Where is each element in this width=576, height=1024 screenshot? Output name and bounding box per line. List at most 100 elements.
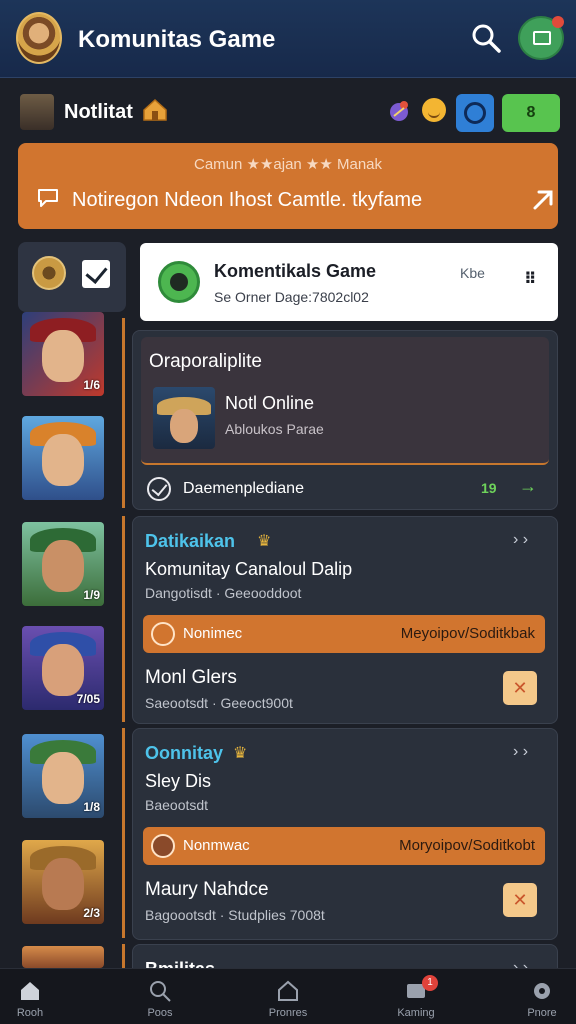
nav-home[interactable]: Rooh bbox=[0, 969, 66, 1024]
face-shape bbox=[42, 434, 84, 486]
player-thumbnail[interactable]: 1/9 bbox=[22, 522, 104, 606]
app-logo bbox=[16, 12, 62, 64]
app-title: Komunitas Game bbox=[78, 26, 276, 53]
post-meta: Baeootsdt bbox=[145, 797, 209, 813]
house-icon[interactable] bbox=[142, 98, 168, 122]
player-thumbnail[interactable]: 2/3 bbox=[22, 840, 104, 924]
player-thumbnail[interactable] bbox=[22, 946, 104, 968]
community-title: Komentikals Game bbox=[214, 261, 377, 281]
player-level: 7/05 bbox=[76, 692, 100, 706]
group-location: Abloukos Parae bbox=[225, 421, 324, 437]
timeline-rail bbox=[122, 318, 125, 508]
post-card[interactable]: Oonnitay ♛ › › Sley Dis Baeootsdt Nonmwa… bbox=[132, 728, 558, 940]
banner-subtitle: Camun ★★ajan ★★ Manak bbox=[193, 156, 383, 173]
nav-gaming[interactable]: 1 Kaming bbox=[380, 969, 452, 1024]
post-action-detail: Meyoipov/Soditkbak bbox=[400, 625, 535, 642]
face-shape bbox=[42, 540, 84, 592]
player-level: 1/6 bbox=[83, 378, 100, 392]
post-meta: Dangotisdt · Geeooddoot bbox=[145, 585, 302, 601]
post-action-detail: Moryoipov/Soditkobt bbox=[399, 837, 535, 854]
community-subtitle: Se Orner Dage:7802cl02 bbox=[214, 289, 369, 305]
check-circle-icon bbox=[151, 622, 175, 646]
nav-label: Kaming bbox=[397, 1007, 435, 1019]
post-subheadline: Monl Glers bbox=[145, 667, 237, 688]
group-panel: Oraporaliplite Notl Online Abloukos Para… bbox=[141, 337, 549, 465]
face-shape bbox=[42, 858, 84, 910]
face-shape bbox=[42, 752, 84, 804]
search-icon bbox=[150, 981, 171, 1002]
nav-settings[interactable]: Pnore bbox=[506, 969, 576, 1024]
post-action-label: Nonimec bbox=[183, 625, 243, 642]
trophy-icon: ♛ bbox=[257, 533, 272, 550]
home-icon bbox=[21, 982, 39, 1000]
post-title: Oonnitay bbox=[145, 743, 224, 763]
post-headline: Sley Dis bbox=[145, 771, 212, 791]
player-thumbnail[interactable]: 7/05 bbox=[22, 626, 104, 710]
group-title: Oraporaliplite bbox=[149, 351, 262, 372]
notification-badge: 1 bbox=[422, 975, 438, 991]
timeline-rail bbox=[122, 516, 125, 722]
player-thumbnail[interactable]: 1/8 bbox=[22, 734, 104, 818]
nav-profile[interactable]: Pronres bbox=[252, 969, 324, 1024]
side-tabs bbox=[18, 242, 126, 312]
group-footer[interactable]: Daemenplediane 19 → bbox=[133, 471, 559, 507]
more-icon[interactable]: ⠿ bbox=[524, 269, 537, 289]
close-icon[interactable]: ✕ bbox=[503, 883, 537, 917]
checkbox-icon[interactable] bbox=[82, 260, 110, 288]
player-level: 1/9 bbox=[83, 588, 100, 602]
points-button[interactable]: 8 bbox=[502, 94, 560, 132]
circle-icon bbox=[464, 102, 486, 124]
arrow-right-icon[interactable]: → bbox=[519, 476, 537, 497]
badge-icon[interactable] bbox=[32, 256, 66, 290]
timeline-rail bbox=[122, 944, 125, 968]
close-icon[interactable]: ✕ bbox=[503, 671, 537, 705]
nav-label: Rooh bbox=[16, 1007, 44, 1019]
game-icon bbox=[158, 261, 200, 303]
post-headline: Komunitay Canaloul Dalip bbox=[145, 559, 353, 579]
smile-icon[interactable] bbox=[422, 98, 446, 122]
user-name: Notlitat bbox=[64, 101, 133, 123]
arrow-up-right-icon[interactable] bbox=[530, 187, 556, 213]
post-card[interactable]: Datikaikan ♛ › › Komunitay Canaloul Dali… bbox=[132, 516, 558, 724]
nav-search[interactable]: Poos bbox=[124, 969, 196, 1024]
chevron-right-icon[interactable]: › › bbox=[513, 531, 528, 549]
announcement-banner[interactable]: Camun ★★ajan ★★ Manak Notiregon Ndeon Ih… bbox=[18, 143, 558, 229]
nav-label: Poos bbox=[147, 1007, 173, 1019]
player-level: 1/8 bbox=[83, 800, 100, 814]
check-circle-icon[interactable] bbox=[147, 477, 171, 501]
player-level: 2/3 bbox=[83, 906, 100, 920]
post-title: Datikaikan bbox=[145, 531, 236, 551]
face-shape bbox=[170, 409, 198, 443]
sparkle-icon[interactable] bbox=[386, 98, 412, 124]
post-action-strip[interactable]: Nonmwac Moryoipov/Soditkobt bbox=[143, 827, 545, 865]
timeline-rail bbox=[122, 728, 125, 938]
chat-icon bbox=[38, 189, 58, 207]
search-icon[interactable] bbox=[470, 22, 502, 54]
group-footer-count: 19 bbox=[481, 480, 497, 496]
online-status-button[interactable] bbox=[456, 94, 494, 132]
app-header: Komunitas Game bbox=[0, 0, 576, 78]
chevron-right-icon[interactable]: › › bbox=[513, 743, 528, 761]
face-shape bbox=[42, 330, 84, 382]
group-card[interactable]: Oraporaliplite Notl Online Abloukos Para… bbox=[132, 330, 558, 510]
banner-text: Notiregon Ndeon Ihost Camtle. tkyfame bbox=[72, 189, 423, 211]
screen-icon bbox=[533, 31, 551, 45]
group-avatar bbox=[153, 387, 215, 449]
gear-icon bbox=[534, 983, 550, 999]
user-avatar[interactable] bbox=[20, 94, 54, 130]
group-status: Notl Online bbox=[225, 393, 315, 413]
post-subheadline: Maury Nahdce bbox=[145, 879, 269, 900]
community-card[interactable]: Komentikals Game Se Orner Dage:7802cl02 … bbox=[140, 243, 558, 321]
player-thumbnail[interactable] bbox=[22, 416, 104, 500]
avatar-icon bbox=[151, 834, 175, 858]
face-shape bbox=[42, 644, 84, 696]
group-footer-label: Daemenplediane bbox=[183, 480, 304, 497]
community-tag: Kbe bbox=[460, 265, 485, 281]
home-outline-icon bbox=[278, 980, 298, 1001]
player-thumbnail[interactable]: 1/6 bbox=[22, 312, 104, 396]
profile-button[interactable] bbox=[518, 16, 564, 60]
nav-label: Pronres bbox=[268, 1007, 308, 1019]
post-action-strip[interactable]: Nonimec Meyoipov/Soditkbak bbox=[143, 615, 545, 653]
nav-label: Pnore bbox=[527, 1007, 557, 1019]
post-submeta: Saeootsdt · Geeoct900t bbox=[145, 695, 293, 711]
